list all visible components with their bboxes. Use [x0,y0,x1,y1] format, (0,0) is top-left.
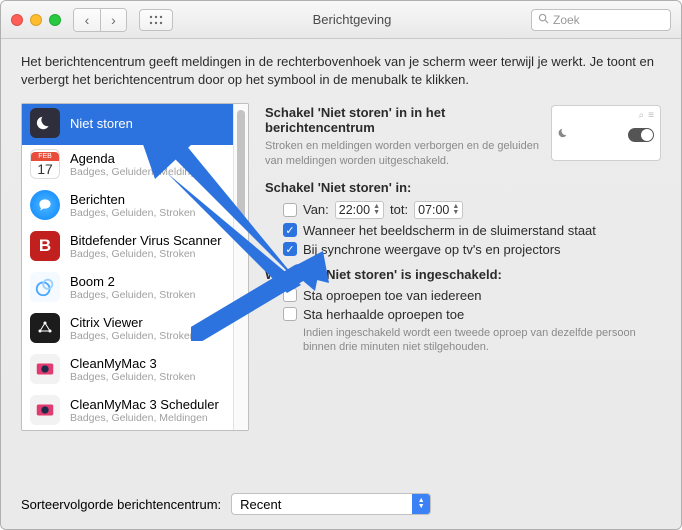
sidebar-item-label: CleanMyMac 3 [70,356,196,371]
search-icon [538,13,549,27]
stepper-icon[interactable]: ▲▼ [452,204,459,216]
titlebar: ‹ › Berichtgeving Zoek [1,1,681,39]
moon-icon [30,108,60,138]
checkbox-schedule[interactable] [283,203,297,217]
window-title: Berichtgeving [181,12,523,27]
detail-heading: Schakel 'Niet storen' in in het berichte… [265,105,445,135]
checkbox-allow-everyone[interactable] [283,288,297,302]
sidebar-item-agenda[interactable]: FEB17 AgendaBadges, Geluiden, Meldingen [22,145,233,186]
zoom-icon[interactable] [49,14,61,26]
sidebar-item-label: Boom 2 [70,274,196,289]
search-placeholder: Zoek [553,13,580,27]
forward-button[interactable]: › [100,9,126,31]
bitdefender-icon: B [30,231,60,261]
window-controls [11,14,61,26]
search-icon: ⌕ [639,110,645,121]
search-input[interactable]: Zoek [531,9,671,31]
cleanmymac-icon [30,395,60,425]
footer: Sorteervolgorde berichtencentrum: Recent… [21,493,431,515]
section-when-enabled: Wanneer 'Niet storen' is ingeschakeld: [265,267,661,282]
notifications-prefpane: ‹ › Berichtgeving Zoek Het berichtencent… [0,0,682,530]
minimize-icon[interactable] [30,14,42,26]
sidebar-item-cleanmymac-scheduler[interactable]: CleanMyMac 3 SchedulerBadges, Geluiden, … [22,391,233,430]
detail-hint: Stroken en meldingen worden verborgen en… [265,139,541,168]
repeat-note: Indien ingeschakeld wordt een tweede opr… [303,326,661,355]
from-label: Van: [303,202,329,217]
scrollbar-thumb[interactable] [237,110,245,220]
notification-center-preview: ⌕≡ [551,105,661,161]
dnd-toggle [628,128,654,142]
sidebar-item-citrix[interactable]: Citrix ViewerBadges, Geluiden, Stroken [22,309,233,350]
menu-icon: ≡ [648,110,654,121]
select-value: Recent [232,497,412,512]
sort-order-select[interactable]: Recent ▲▼ [231,493,431,515]
to-time-input[interactable]: 07:00 ▲▼ [414,201,463,219]
sidebar-item-label: Niet storen [70,116,133,131]
sort-label: Sorteervolgorde berichtencentrum: [21,497,221,512]
opt-label: Bij synchrone weergave op tv's en projec… [303,242,561,257]
sidebar-item-bitdefender[interactable]: B Bitdefender Virus ScannerBadges, Gelui… [22,227,233,268]
opt-label: Sta oproepen toe van iedereen [303,288,482,303]
nav-buttons: ‹ › [73,8,127,32]
chevron-updown-icon: ▲▼ [412,494,430,514]
content: Het berichtencentrum geeft meldingen in … [1,39,681,441]
opt-label: Wanneer het beeldscherm in de sluimersta… [303,223,596,238]
messages-icon [30,190,60,220]
moon-icon [558,127,570,142]
detail-pane: Schakel 'Niet storen' in in het berichte… [265,103,661,431]
calendar-icon: FEB17 [30,149,60,179]
to-label: tot: [390,202,408,217]
close-icon[interactable] [11,14,23,26]
sidebar-item-label: Berichten [70,192,196,207]
sidebar-item-label: Agenda [70,151,208,166]
opt-label: Sta herhaalde oproepen toe [303,307,464,322]
show-all-button[interactable] [139,9,173,31]
boom-icon [30,272,60,302]
stepper-icon[interactable]: ▲▼ [373,204,380,216]
intro-text: Het berichtencentrum geeft meldingen in … [21,53,661,89]
sidebar-item-cleanmymac[interactable]: CleanMyMac 3Badges, Geluiden, Stroken [22,350,233,391]
section-schedule: Schakel 'Niet storen' in: [265,180,661,195]
sidebar-item-boom2[interactable]: Boom 2Badges, Geluiden, Stroken [22,268,233,309]
sidebar-item-label: CleanMyMac 3 Scheduler [70,397,219,412]
citrix-icon [30,313,60,343]
back-button[interactable]: ‹ [74,9,100,31]
checkbox-allow-repeat[interactable] [283,307,297,321]
cleanmymac-icon [30,354,60,384]
app-list: Niet storen FEB17 AgendaBadges, Geluiden… [21,103,249,431]
checkbox-mirroring[interactable]: ✓ [283,242,297,256]
sidebar-item-label: Bitdefender Virus Scanner [70,233,222,248]
scrollbar[interactable] [233,104,248,430]
checkbox-display-sleep[interactable]: ✓ [283,223,297,237]
sidebar-item-label: Citrix Viewer [70,315,196,330]
sidebar-item-berichten[interactable]: BerichtenBadges, Geluiden, Stroken [22,186,233,227]
from-time-input[interactable]: 22:00 ▲▼ [335,201,384,219]
sidebar-item-do-not-disturb[interactable]: Niet storen [22,104,233,145]
